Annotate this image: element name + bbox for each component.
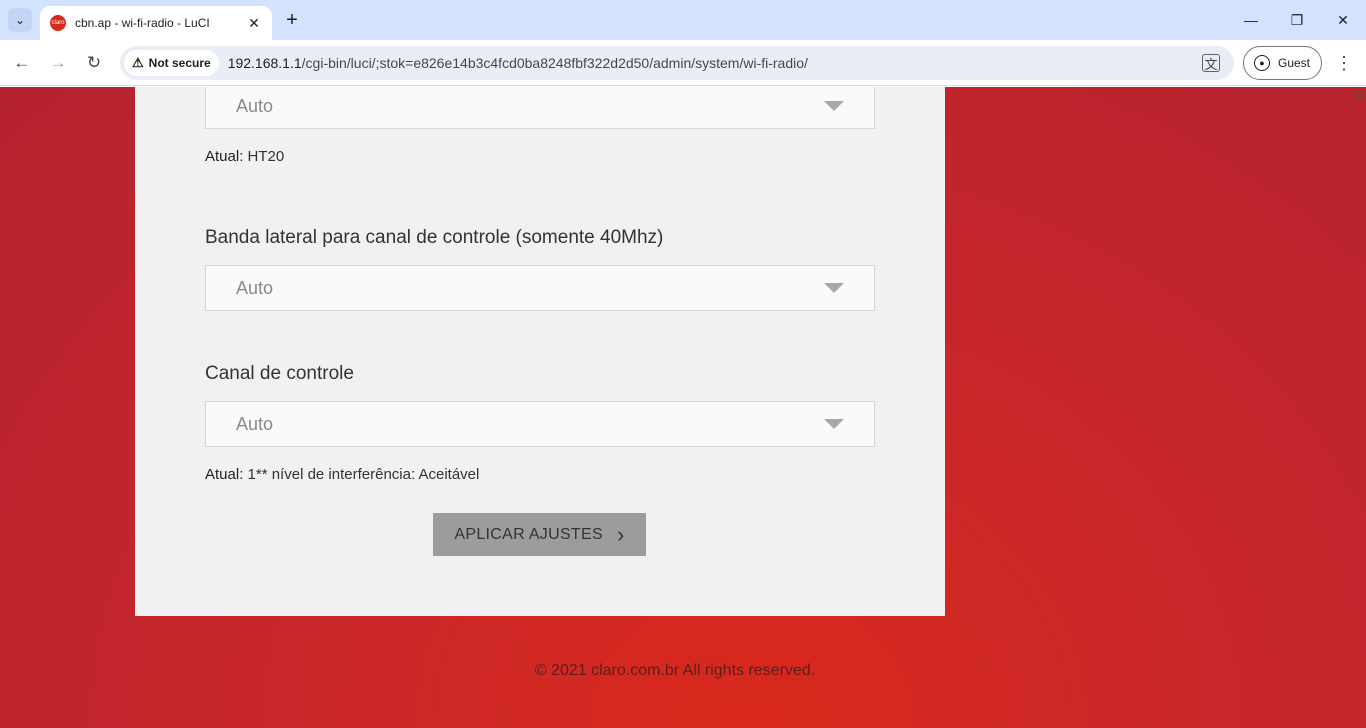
page-viewport: Auto Atual: HT20 Banda lateral para cana… [0, 87, 1366, 728]
tab-title: cbn.ap - wi-fi-radio - LuCI [75, 16, 210, 30]
back-arrow-icon[interactable]: ← [8, 49, 36, 77]
kebab-menu-icon[interactable]: ⋮ [1332, 49, 1356, 77]
window-close-icon[interactable]: ✕ [1320, 0, 1366, 40]
settings-card: Auto Atual: HT20 Banda lateral para cana… [135, 87, 945, 616]
url-path: /cgi-bin/luci/;stok=e826e14b3c4fcd0ba824… [301, 55, 808, 71]
restore-icon[interactable]: ❐ [1274, 0, 1320, 40]
current-bandwidth-label: Atual: [205, 148, 244, 165]
browser-tab-bar: ⌄ claro cbn.ap - wi-fi-radio - LuCI ✕ + … [0, 0, 1366, 40]
minimize-icon[interactable]: — [1228, 0, 1274, 40]
current-channel-label: Atual: [205, 466, 244, 483]
current-channel: Atual: 1** nível de interferência: Aceit… [205, 466, 479, 483]
translate-icon[interactable]: 文 [1202, 54, 1220, 72]
page-scrollbar[interactable]: ▲ [1352, 87, 1366, 728]
caret-down-icon [824, 419, 844, 429]
profile-button[interactable]: ● Guest [1243, 46, 1322, 80]
apply-settings-button[interactable]: APLICAR AJUSTES › [433, 513, 646, 556]
url-host: 192.168.1.1 [227, 55, 302, 71]
bandwidth-select-value: Auto [236, 95, 274, 116]
sideband-label: Banda lateral para canal de controle (so… [205, 227, 664, 248]
caret-down-icon [824, 283, 844, 293]
close-icon[interactable]: ✕ [246, 15, 262, 32]
browser-tab-active[interactable]: claro cbn.ap - wi-fi-radio - LuCI ✕ [40, 6, 272, 40]
claro-favicon-icon: claro [50, 15, 66, 31]
current-bandwidth-value: HT20 [247, 148, 285, 165]
sideband-select-value: Auto [236, 277, 274, 298]
browser-toolbar: ← → ↻ ⚠ Not secure 192.168.1.1/cgi-bin/l… [0, 40, 1366, 86]
guest-avatar-icon: ● [1254, 55, 1270, 71]
new-tab-plus-icon[interactable]: + [280, 8, 304, 32]
forward-arrow-icon[interactable]: → [44, 49, 72, 77]
control-channel-label: Canal de controle [205, 363, 354, 384]
scroll-up-arrow-icon[interactable]: ▲ [1355, 89, 1364, 99]
caret-down-icon [824, 101, 844, 111]
url-text[interactable]: 192.168.1.1/cgi-bin/luci/;stok=e826e14b3… [228, 55, 808, 71]
control-channel-select[interactable]: Auto [205, 401, 875, 447]
tab-search-chevron-icon[interactable]: ⌄ [8, 8, 32, 32]
sideband-select[interactable]: Auto [205, 265, 875, 311]
warning-triangle-icon: ⚠ [132, 55, 144, 70]
security-chip[interactable]: ⚠ Not secure [124, 50, 219, 76]
profile-label: Guest [1278, 56, 1311, 70]
copyright-text: © 2021 claro.com.br All rights reserved. [534, 662, 816, 679]
control-channel-select-value: Auto [236, 413, 274, 434]
bandwidth-select[interactable]: Auto [205, 87, 875, 129]
security-label: Not secure [148, 56, 211, 70]
current-bandwidth: Atual: HT20 [205, 148, 284, 165]
reload-icon[interactable]: ↻ [80, 49, 108, 77]
current-channel-value: 1** nível de interferência: Aceitável [247, 466, 480, 483]
chevron-right-icon: › [616, 521, 625, 547]
address-bar[interactable]: ⚠ Not secure 192.168.1.1/cgi-bin/luci/;s… [120, 46, 1234, 80]
footer: © 2021 claro.com.br All rights reserved. [0, 662, 1350, 680]
apply-settings-label: APLICAR AJUSTES [454, 525, 603, 543]
